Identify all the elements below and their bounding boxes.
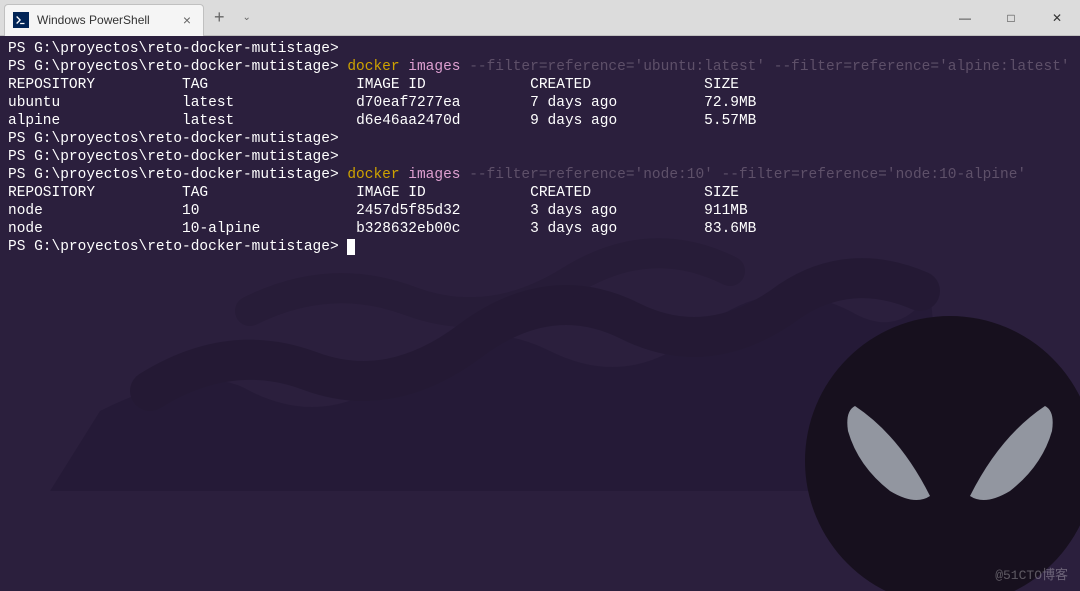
command-arg: images	[408, 167, 460, 183]
tab-close-button[interactable]: ×	[179, 12, 195, 28]
col-size: SIZE	[704, 185, 739, 201]
cell-created: 9 days ago	[530, 113, 617, 129]
col-created: CREATED	[530, 77, 591, 93]
command-flag: --filter=reference='node:10' --filter=re…	[469, 167, 1026, 183]
prompt-line: PS G:\proyectos\reto-docker-mutistage>	[8, 239, 339, 255]
window-controls: — □ ✕	[942, 0, 1080, 35]
terminal[interactable]: PS G:\proyectos\reto-docker-mutistage> P…	[0, 36, 1080, 591]
prompt-line: PS G:\proyectos\reto-docker-mutistage>	[8, 41, 339, 57]
col-tag: TAG	[182, 77, 208, 93]
minimize-button[interactable]: —	[942, 0, 988, 35]
cell-imageid: b328632eb00c	[356, 221, 460, 237]
window: Windows PowerShell × + ⌄ — □ ✕ PS G:\pro…	[0, 0, 1080, 591]
tab-title: Windows PowerShell	[37, 13, 171, 27]
titlebar: Windows PowerShell × + ⌄ — □ ✕	[0, 0, 1080, 36]
tab[interactable]: Windows PowerShell ×	[4, 4, 204, 36]
cell-repo: node	[8, 221, 43, 237]
mask-art	[780, 291, 1080, 591]
maximize-button[interactable]: □	[988, 0, 1034, 35]
cell-imageid: 2457d5f85d32	[356, 203, 460, 219]
col-imageid: IMAGE ID	[356, 77, 426, 93]
prompt-line: PS G:\proyectos\reto-docker-mutistage>	[8, 131, 339, 147]
col-repo: REPOSITORY	[8, 185, 95, 201]
command-arg: images	[408, 59, 460, 75]
watermark: @51CTO博客	[995, 567, 1068, 585]
col-created: CREATED	[530, 185, 591, 201]
cell-size: 72.9MB	[704, 95, 756, 111]
cell-repo: alpine	[8, 113, 60, 129]
prompt-line: PS G:\proyectos\reto-docker-mutistage>	[8, 59, 339, 75]
cell-created: 3 days ago	[530, 203, 617, 219]
cell-tag: latest	[182, 113, 234, 129]
col-tag: TAG	[182, 185, 208, 201]
cell-tag: 10-alpine	[182, 221, 260, 237]
cell-tag: latest	[182, 95, 234, 111]
cell-created: 3 days ago	[530, 221, 617, 237]
close-button[interactable]: ✕	[1034, 0, 1080, 35]
col-imageid: IMAGE ID	[356, 185, 426, 201]
cell-repo: ubuntu	[8, 95, 60, 111]
new-tab-button[interactable]: +	[204, 7, 235, 28]
col-repo: REPOSITORY	[8, 77, 95, 93]
terminal-content: PS G:\proyectos\reto-docker-mutistage> P…	[8, 40, 1072, 256]
tab-dropdown-button[interactable]: ⌄	[235, 12, 259, 23]
cell-size: 83.6MB	[704, 221, 756, 237]
powershell-icon	[13, 12, 29, 28]
command: docker	[347, 59, 399, 75]
cell-created: 7 days ago	[530, 95, 617, 111]
cell-repo: node	[8, 203, 43, 219]
cell-tag: 10	[182, 203, 199, 219]
command-flag: --filter=reference='ubuntu:latest' --fil…	[469, 59, 1069, 75]
prompt-line: PS G:\proyectos\reto-docker-mutistage>	[8, 167, 339, 183]
cell-imageid: d6e46aa2470d	[356, 113, 460, 129]
cell-size: 911MB	[704, 203, 748, 219]
cell-imageid: d70eaf7277ea	[356, 95, 460, 111]
prompt-line: PS G:\proyectos\reto-docker-mutistage>	[8, 149, 339, 165]
cursor	[347, 239, 355, 255]
cell-size: 5.57MB	[704, 113, 756, 129]
command: docker	[347, 167, 399, 183]
col-size: SIZE	[704, 77, 739, 93]
